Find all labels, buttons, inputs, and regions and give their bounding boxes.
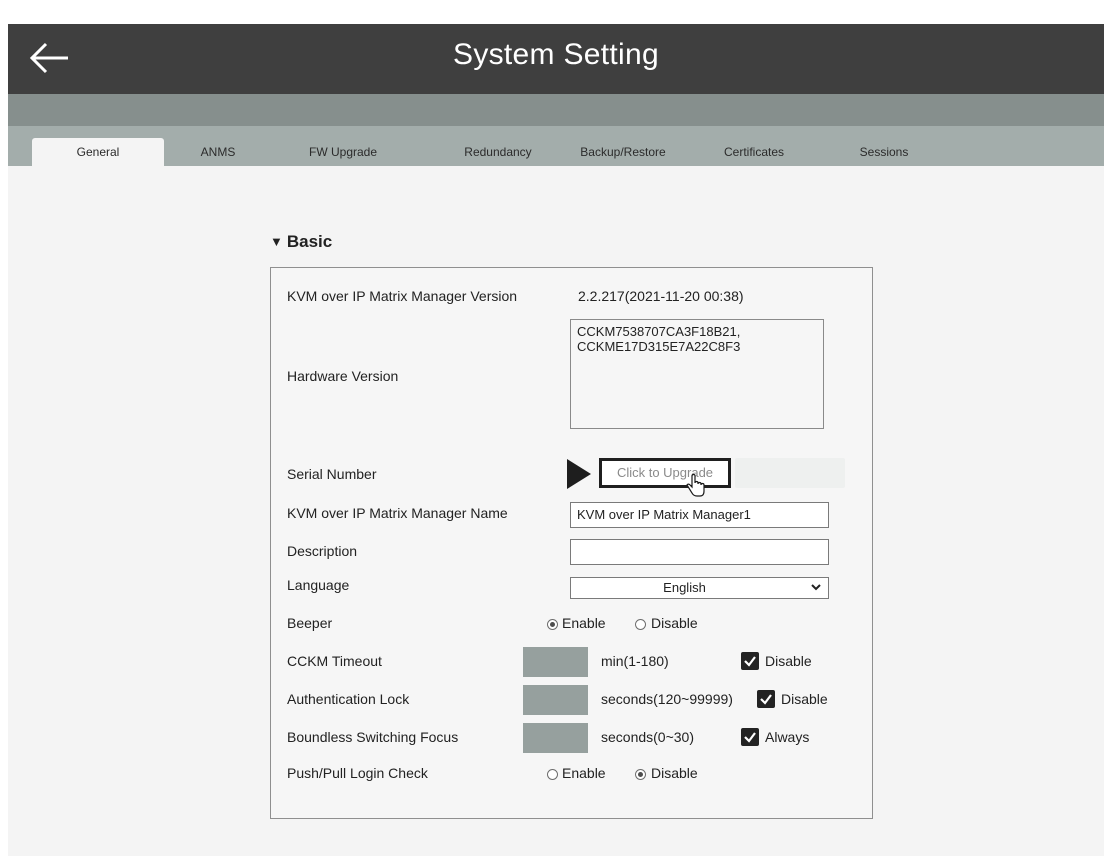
beeper-enable-label: Enable <box>562 615 606 631</box>
hardware-version-label: Hardware Version <box>287 368 399 384</box>
serial-number-label: Serial Number <box>287 466 377 482</box>
tab-anms[interactable]: ANMS <box>178 138 258 166</box>
boundless-always-checkbox[interactable] <box>741 728 759 746</box>
tab-backup-restore[interactable]: Backup/Restore <box>568 138 678 166</box>
hardware-line: CCKME17D315E7A22C8F3 <box>577 339 741 354</box>
description-label: Description <box>287 543 358 559</box>
click-to-upgrade-button[interactable]: Click to Upgrade <box>599 458 731 488</box>
tab-general[interactable]: General <box>32 138 164 166</box>
tab-certificates[interactable]: Certificates <box>704 138 804 166</box>
auth-lock-input[interactable] <box>523 685 588 715</box>
manager-name-label: KVM over IP Matrix Manager Name <box>287 505 508 521</box>
boundless-focus-label: Boundless Switching Focus <box>287 729 459 745</box>
beeper-disable-radio[interactable] <box>635 619 646 630</box>
cckm-disable-checkbox[interactable] <box>741 652 759 670</box>
pushpull-disable-radio[interactable] <box>635 769 646 780</box>
caret-down-icon: ▼ <box>270 234 283 249</box>
boundless-focus-unit: seconds(0~30) <box>601 729 695 745</box>
tab-sessions[interactable]: Sessions <box>844 138 924 166</box>
tab-fw-upgrade[interactable]: FW Upgrade <box>288 138 398 166</box>
tab-bar: General ANMS FW Upgrade Redundancy Backu… <box>8 126 1104 166</box>
hand-pointer-icon <box>686 474 705 497</box>
cckm-timeout-input[interactable] <box>523 647 588 677</box>
auth-lock-disable-label: Disable <box>781 691 828 707</box>
beeper-enable-radio[interactable] <box>547 619 558 630</box>
pushpull-disable-label: Disable <box>651 765 698 781</box>
title-bar: System Setting <box>8 24 1104 94</box>
pushpull-enable-radio[interactable] <box>547 769 558 780</box>
description-input[interactable] <box>570 539 829 565</box>
version-value: 2.2.217(2021-11-20 00:38) <box>578 288 744 304</box>
cckm-disable-label: Disable <box>765 653 812 669</box>
pushpull-label: Push/Pull Login Check <box>287 765 428 781</box>
boundless-always-label: Always <box>765 729 810 745</box>
manager-name-input[interactable]: KVM over IP Matrix Manager1 <box>570 502 829 528</box>
beeper-label: Beeper <box>287 615 333 631</box>
pushpull-enable-label: Enable <box>562 765 606 781</box>
hardware-line: CCKM7538707CA3F18B21, <box>577 324 741 339</box>
auth-lock-unit: seconds(120~99999) <box>601 691 733 707</box>
basic-settings-panel: KVM over IP Matrix Manager Version 2.2.2… <box>270 267 873 819</box>
beeper-disable-label: Disable <box>651 615 698 631</box>
language-label: Language <box>287 577 350 593</box>
auth-lock-label: Authentication Lock <box>287 691 410 707</box>
cckm-timeout-unit: min(1-180) <box>601 653 669 669</box>
play-arrow-icon <box>567 459 591 489</box>
section-title: Basic <box>286 232 333 251</box>
cckm-timeout-label: CCKM Timeout <box>287 653 382 669</box>
upgrade-button-shadow <box>735 458 845 488</box>
language-value: English <box>663 580 706 595</box>
language-select[interactable]: English <box>570 577 829 599</box>
tab-redundancy[interactable]: Redundancy <box>448 138 548 166</box>
boundless-focus-input[interactable] <box>523 723 588 753</box>
chevron-down-icon <box>811 584 821 591</box>
sub-header-bar <box>8 94 1104 126</box>
hardware-version-box: CCKM7538707CA3F18B21, CCKME17D315E7A22C8… <box>570 319 824 429</box>
system-setting-window: System Setting General ANMS FW Upgrade R… <box>8 24 1104 856</box>
version-label: KVM over IP Matrix Manager Version <box>287 288 518 304</box>
page-title: System Setting <box>453 38 659 71</box>
auth-lock-disable-checkbox[interactable] <box>757 690 775 708</box>
section-header-basic[interactable]: ▼ Basic <box>270 232 332 252</box>
